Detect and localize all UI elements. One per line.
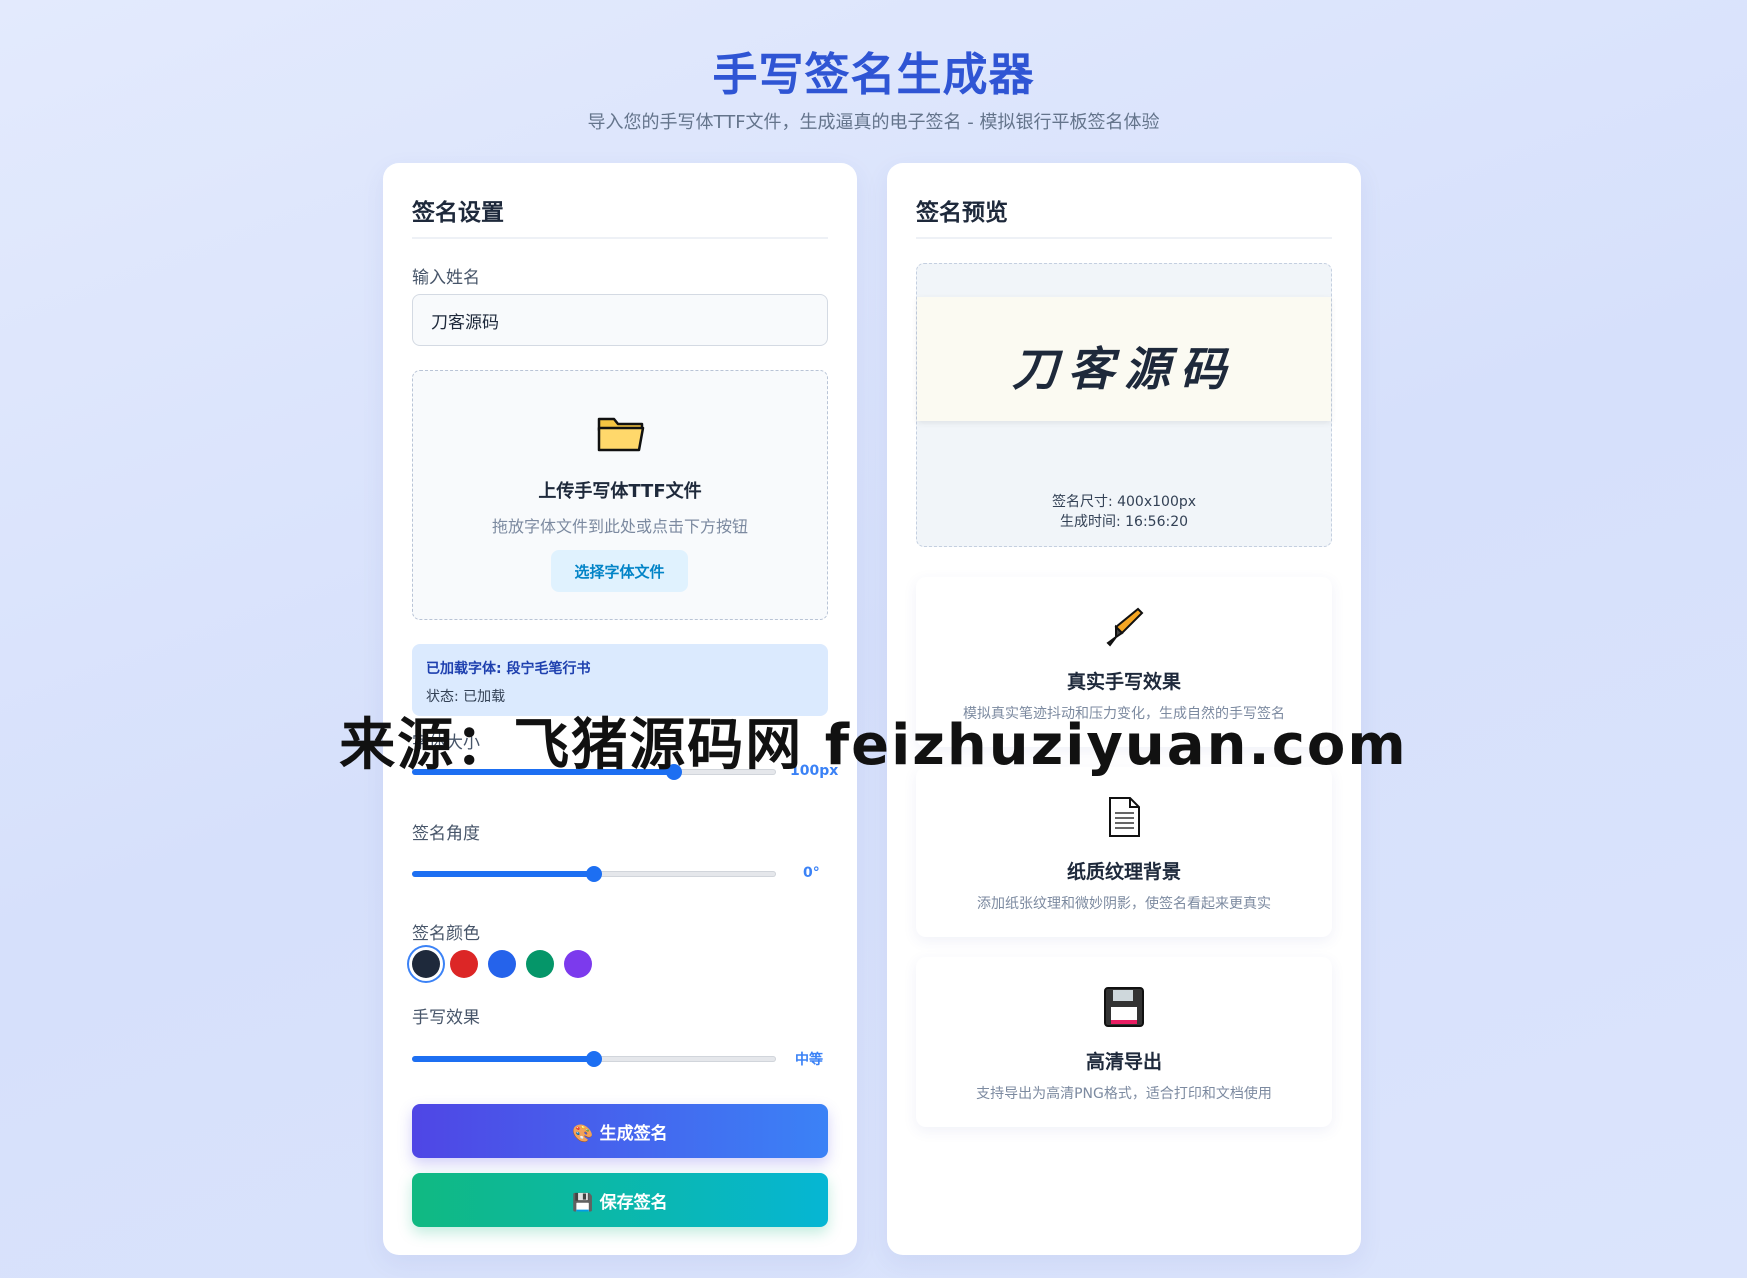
slider-thumb[interactable]: [586, 866, 602, 882]
fountain-pen-icon: [1106, 607, 1144, 647]
feature-desc: 支持导出为高清PNG格式，适合打印和文档使用: [976, 1086, 1272, 1102]
signature-size-text: 签名尺寸: 400x100px: [1051, 494, 1197, 510]
generate-signature-button[interactable]: 🎨 生成签名: [412, 1104, 828, 1158]
signature-preview-box: 刀客源码 签名尺寸: 400x100px 生成时间: 16:56:20: [916, 263, 1332, 547]
effect-value: 中等: [795, 1052, 823, 1068]
signature-canvas: 刀客源码: [917, 297, 1331, 421]
generation-time-text: 生成时间: 16:56:20: [1059, 514, 1189, 530]
angle-label: 签名角度: [412, 824, 480, 844]
preview-meta: 签名尺寸: 400x100px 生成时间: 16:56:20: [917, 492, 1331, 532]
loaded-font-text: 已加载字体: 段宁毛笔行书: [426, 661, 591, 677]
font-dropzone[interactable]: 上传手写体TTF文件 拖放字体文件到此处或点击下方按钮 选择字体文件: [412, 370, 828, 620]
feature-title: 纸质纹理背景: [1066, 861, 1181, 883]
page-subtitle: 导入您的手写体TTF文件，生成逼真的电子签名 - 模拟银行平板签名体验: [587, 112, 1160, 133]
effect-label: 手写效果: [412, 1008, 480, 1028]
feature-title: 高清导出: [1085, 1051, 1162, 1073]
floppy-disk-icon: 💾: [572, 1192, 594, 1213]
effect-slider[interactable]: [412, 1051, 776, 1067]
page-title: 手写签名生成器: [712, 48, 1035, 101]
signature-text: 刀客源码: [1012, 342, 1236, 396]
color-swatch[interactable]: [450, 950, 478, 978]
feature-card: 高清导出 支持导出为高清PNG格式，适合打印和文档使用: [916, 957, 1332, 1127]
slider-fill: [412, 1056, 594, 1062]
slider-fill: [412, 871, 594, 877]
save-label: 保存签名: [599, 1192, 668, 1213]
feature-title: 真实手写效果: [1066, 671, 1181, 693]
floppy-disk-icon: [1104, 987, 1144, 1027]
angle-slider[interactable]: [412, 866, 776, 882]
document-icon: [1109, 797, 1140, 837]
color-label: 签名颜色: [412, 924, 480, 944]
upload-hint: 拖放字体文件到此处或点击下方按钮: [491, 517, 748, 536]
feature-card: 纸质纹理背景 添加纸张纹理和微妙阴影，使签名看起来更真实: [916, 767, 1332, 937]
divider: [412, 237, 828, 239]
color-swatch[interactable]: [526, 950, 554, 978]
save-signature-button[interactable]: 💾 保存签名: [412, 1173, 828, 1227]
generate-label: 生成签名: [599, 1123, 668, 1144]
color-swatch[interactable]: [412, 950, 440, 978]
upload-title: 上传手写体TTF文件: [538, 481, 702, 502]
choose-font-button[interactable]: 选择字体文件: [551, 550, 688, 592]
divider: [916, 237, 1332, 239]
feature-desc: 添加纸张纹理和微妙阴影，使签名看起来更真实: [977, 896, 1271, 912]
slider-thumb[interactable]: [586, 1051, 602, 1067]
name-label: 输入姓名: [412, 268, 480, 288]
angle-value: 0°: [803, 865, 820, 881]
settings-title: 签名设置: [412, 200, 504, 226]
color-swatch[interactable]: [488, 950, 516, 978]
palette-icon: 🎨: [572, 1123, 594, 1144]
folder-icon: [597, 417, 645, 452]
color-swatch[interactable]: [564, 950, 592, 978]
preview-title: 签名预览: [916, 200, 1008, 226]
name-input[interactable]: [412, 294, 828, 346]
watermark-text: 来源：飞猪源码网 feizhuziyuan.com: [339, 713, 1408, 778]
